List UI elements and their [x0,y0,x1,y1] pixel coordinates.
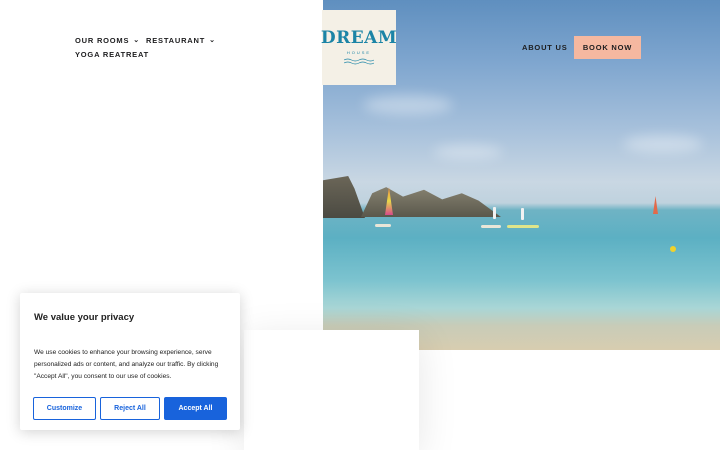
paddle-board [375,224,391,227]
paddle-board [507,225,539,228]
buoy [670,246,676,252]
nav-yoga-retreat[interactable]: YOGA REATREAT [75,50,149,59]
cloud-shape [363,95,453,115]
paddler-figure [521,208,524,220]
logo-wordmark: DREAM [320,27,398,48]
nav-restaurant[interactable]: RESTAURANT ⌄ [146,36,216,45]
reject-all-button[interactable]: Reject All [100,397,160,420]
nav-label: ABOUT US [522,43,568,52]
nav-about-us[interactable]: ABOUT US [522,43,568,52]
site-logo[interactable]: DREAM HOUSE [320,10,398,85]
logo-subtitle: HOUSE [346,49,372,55]
rock-formation [361,187,501,217]
waves-icon [344,58,374,64]
cookie-description: We use cookies to enhance your browsing … [34,349,219,380]
cookie-banner: We value your privacy We use cookies to … [20,293,240,430]
cookie-title: We value your privacy [34,312,135,323]
paddler-figure [493,207,496,219]
cloud-shape [623,135,703,153]
paddle-board [481,225,501,228]
accept-all-button[interactable]: Accept All [164,397,227,420]
nav-label: OUR ROOMS [75,36,130,45]
nav-our-rooms[interactable]: OUR ROOMS ⌄ [75,36,140,45]
cloud-shape [433,145,503,159]
nav-label: RESTAURANT [146,36,206,45]
book-now-button[interactable]: BOOK NOW [574,36,641,59]
rock-formation [323,176,365,218]
nav-label: YOGA REATREAT [75,50,150,59]
customize-button[interactable]: Customize [33,397,96,420]
chevron-down-icon: ⌄ [209,37,216,44]
content-card [244,330,419,450]
chevron-down-icon: ⌄ [133,37,140,44]
windsurf-sail [653,196,658,214]
